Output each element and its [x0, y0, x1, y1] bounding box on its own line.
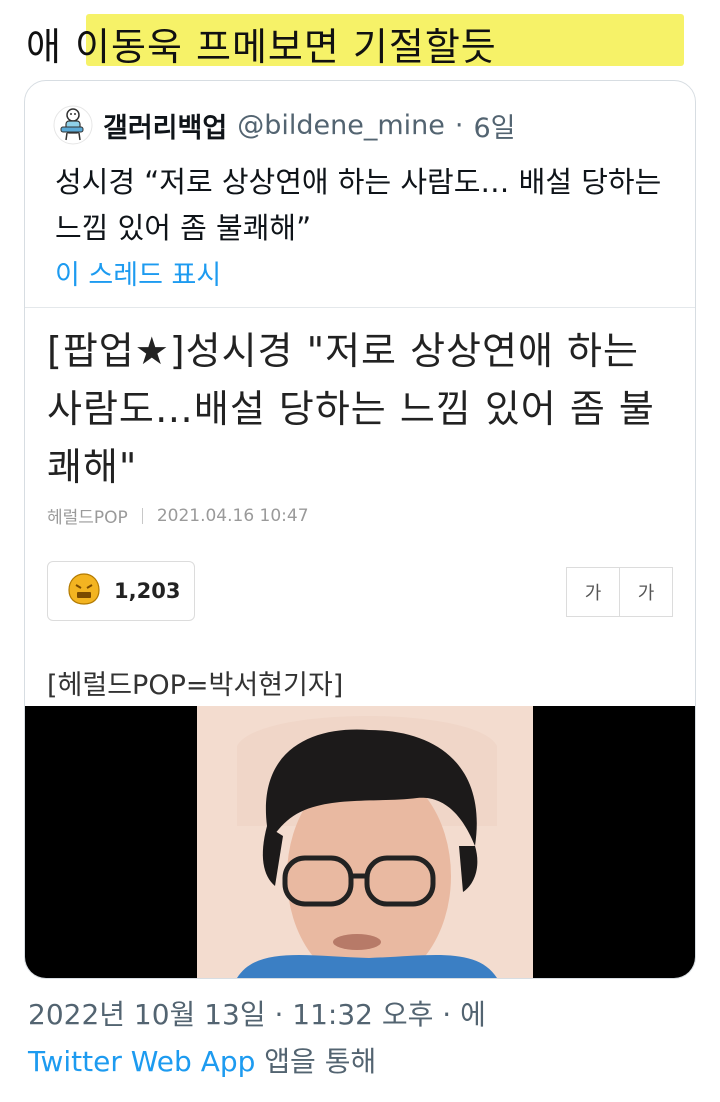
robot-guitar-avatar-icon[interactable]	[53, 105, 93, 145]
user-handle[interactable]: @bildene_mine	[237, 110, 445, 141]
font-size-large-button: 가	[620, 567, 673, 617]
display-name[interactable]: 갤러리백업	[103, 106, 227, 145]
angry-face-icon	[66, 572, 102, 610]
meta-divider	[141, 507, 143, 524]
tweet-time[interactable]: 6일	[473, 106, 515, 145]
reaction-box: 1,203	[47, 561, 195, 621]
font-size-small-button: 가	[566, 567, 620, 617]
tweet-timestamp[interactable]: 2022년 10월 13일 · 11:32 오후 · 에	[28, 993, 486, 1033]
person-photo	[197, 706, 533, 978]
quoted-tweet-text: 성시경 “저로 상상연애 하는 사람도… 배설 당하는 느낌 있어 좀 불쾌해”	[55, 165, 662, 245]
article-byline: [헤럴드POP=박서현기자]	[47, 670, 344, 701]
quoted-tweet-header: 갤러리백업 @bildene_mine · 6일	[53, 105, 515, 145]
show-thread-link[interactable]: 이 스레드 표시	[55, 253, 221, 292]
font-size-controls: 가 가	[566, 567, 673, 617]
article-image[interactable]: [팝업★]성시경 "저로 상상연애 하는 사람도…배설 당하는 느낌 있어 좀 …	[25, 308, 695, 706]
video-thumbnail[interactable]	[25, 706, 695, 978]
source-via-text: 앱을 통해	[255, 1045, 377, 1078]
article-title: [팝업★]성시경 "저로 상상연애 하는 사람도…배설 당하는 느낌 있어 좀 …	[47, 329, 655, 489]
source-app-link[interactable]: Twitter Web App	[28, 1045, 255, 1078]
article-source: 헤럴드POP	[47, 508, 128, 528]
reaction-count: 1,203	[114, 579, 181, 603]
quoted-tweet-card[interactable]: 갤러리백업 @bildene_mine · 6일 성시경 “저로 상상연애 하는…	[24, 80, 696, 979]
tweet-source: Twitter Web App 앱을 통해	[28, 1040, 376, 1080]
article-datetime: 2021.04.16 10:47	[156, 505, 309, 526]
separator-dot: ·	[454, 109, 464, 141]
comment-text: 애 이동욱 프메보면 기절할듯	[26, 25, 497, 69]
article-meta: 헤럴드POP 2021.04.16 10:47	[47, 503, 309, 529]
